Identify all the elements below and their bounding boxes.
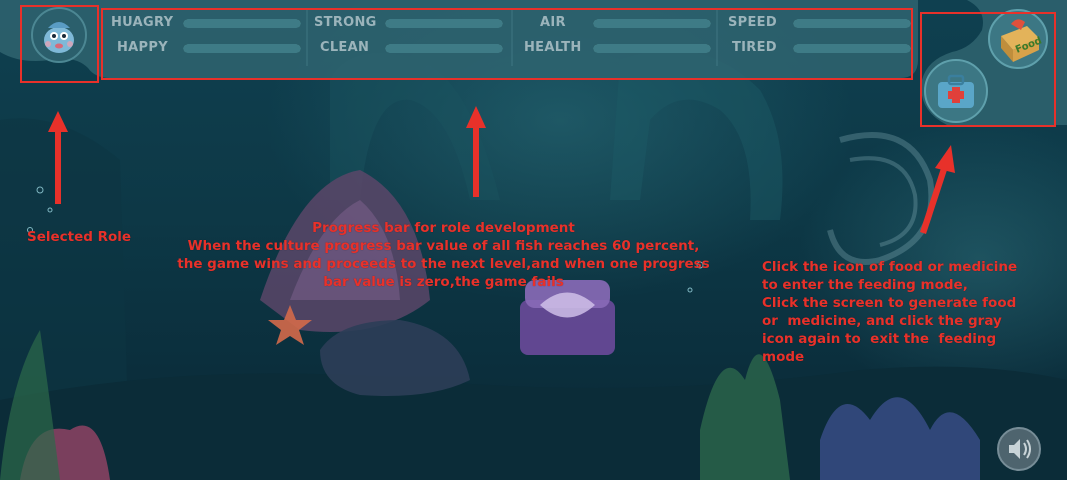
selected-role-note: Selected Role [27, 229, 132, 245]
progress-bars-highlight-box [101, 8, 913, 80]
feeding-mode-note: Click the icon of food or medicine to en… [762, 259, 1018, 365]
selected-role-highlight-box [20, 5, 99, 83]
sound-speaker-icon [997, 427, 1041, 471]
action-icons-highlight-box [920, 12, 1056, 127]
aquarium-scene[interactable]: HUAGRY HAPPY STRONG CLEAN AIR HEALTH SPE… [0, 0, 1067, 480]
sound-button[interactable] [996, 426, 1042, 472]
progress-bar-note: Progress bar for role development When t… [177, 220, 710, 290]
